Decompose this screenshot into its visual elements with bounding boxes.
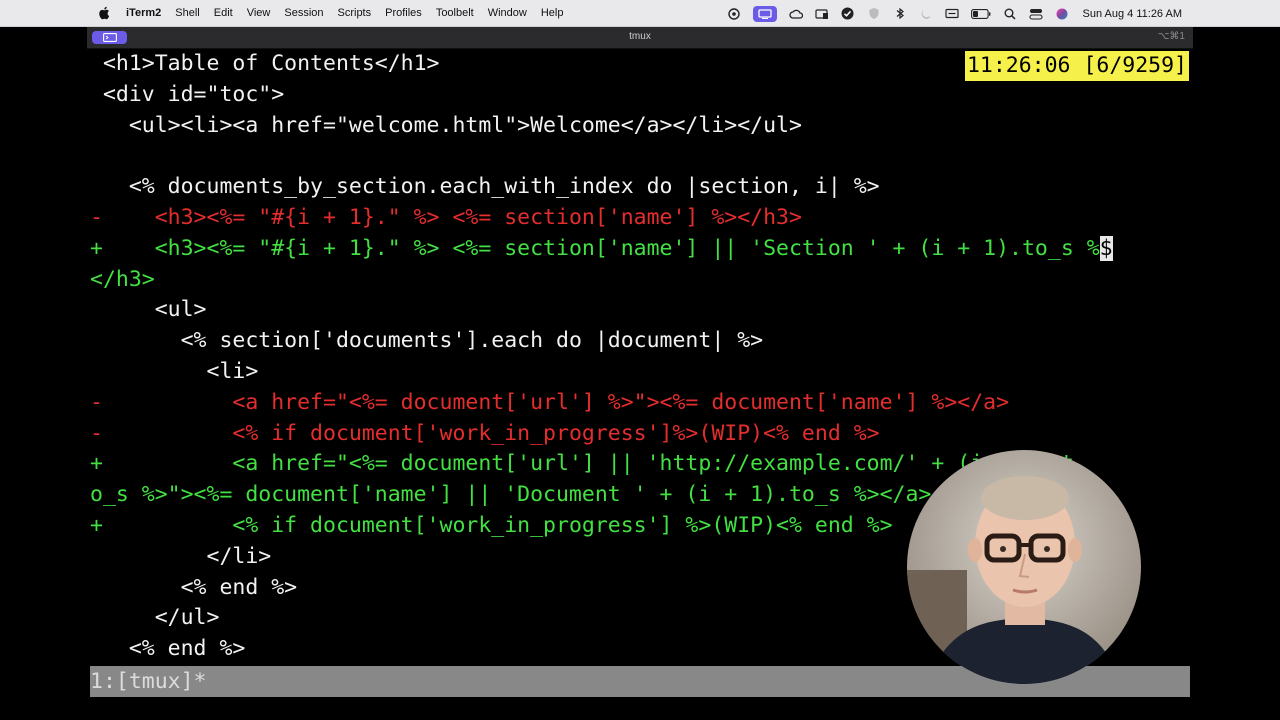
webcam-overlay	[907, 450, 1141, 684]
diff-marker	[90, 544, 103, 569]
menu-shell[interactable]: Shell	[175, 7, 199, 19]
code-text: <li>	[102, 358, 259, 384]
keyboard-icon[interactable]	[944, 8, 959, 20]
diff-marker	[90, 297, 103, 322]
menu-toolbelt[interactable]: Toolbelt	[436, 7, 474, 19]
menu-view[interactable]: View	[247, 7, 271, 19]
diff-marker	[90, 82, 103, 107]
diff-marker	[90, 51, 103, 76]
battery-icon[interactable]	[970, 8, 991, 20]
diff-marker	[90, 575, 103, 600]
diff-marker: -	[90, 204, 103, 230]
status-icons: Sun Aug 4 11:26 AM	[727, 0, 1280, 27]
search-icon[interactable]	[1003, 8, 1017, 20]
menu-help[interactable]: Help	[541, 7, 564, 19]
terminal-line: <div id="toc">	[90, 80, 1190, 111]
code-text: </li>	[102, 543, 272, 569]
code-text: <% end %>	[102, 636, 246, 662]
diff-marker: +	[90, 235, 103, 261]
terminal-line: <li>	[90, 357, 1190, 388]
code-text: <a href="<%= document['url'] %>"><%= doc…	[102, 389, 1010, 415]
code-text: <div id="toc">	[102, 81, 285, 107]
bluetooth-icon[interactable]	[893, 7, 907, 20]
shield-icon[interactable]	[867, 8, 881, 20]
code-text: <ul>	[102, 297, 207, 323]
menu-bar: iTerm2 Shell Edit View Session Scripts P…	[0, 0, 1280, 27]
code-text: <% documents_by_section.each_with_index …	[102, 174, 880, 200]
terminal-line	[90, 141, 1190, 172]
siri-icon[interactable]	[1055, 8, 1069, 20]
code-text: <h1>Table of Contents</h1>	[102, 51, 440, 76]
window-shortcut: ⌥⌘1	[1157, 31, 1185, 42]
stage-manager-icon[interactable]	[752, 5, 777, 22]
terminal-line: + <h3><%= "#{i + 1}." %> <%= section['na…	[90, 234, 1190, 265]
code-text: <a href="<%= document['url'] || 'http://…	[102, 451, 1074, 477]
diff-marker: +	[90, 512, 103, 538]
code-text: <% if document['work_in_progress']%>(WIP…	[102, 420, 880, 446]
diff-marker	[90, 359, 103, 384]
code-text: <% if document['work_in_progress'] %>(WI…	[102, 512, 893, 538]
diff-marker: +	[90, 451, 103, 477]
menu-profiles[interactable]: Profiles	[385, 7, 422, 19]
code-text: </ul>	[102, 605, 220, 631]
menu-edit[interactable]: Edit	[214, 7, 233, 19]
tmux-clock: 11:26:06 [6/9259]	[964, 51, 1189, 81]
code-text: <h3><%= "#{i + 1}." %> <%= section['name…	[102, 235, 1100, 261]
diff-marker: -	[90, 389, 103, 415]
switches-icon[interactable]	[1028, 8, 1043, 20]
apple-icon[interactable]	[98, 6, 112, 20]
check-icon[interactable]	[841, 7, 855, 20]
code-text: <h3><%= "#{i + 1}." %> <%= section['name…	[102, 204, 802, 230]
moon-icon[interactable]	[919, 8, 933, 20]
menu-scripts[interactable]: Scripts	[338, 7, 372, 19]
terminal-line: </h3>	[90, 265, 1190, 296]
terminal-line: - <% if document['work_in_progress']%>(W…	[90, 419, 1190, 450]
menu-window[interactable]: Window	[488, 7, 527, 19]
diff-marker	[90, 636, 103, 661]
diff-marker: -	[90, 420, 103, 446]
terminal-line: - <h3><%= "#{i + 1}." %> <%= section['na…	[90, 203, 1190, 234]
drive-icon[interactable]	[814, 8, 829, 20]
code-text: </h3>	[90, 266, 155, 292]
control-center-icon[interactable]	[727, 7, 741, 20]
terminal-line: <% documents_by_section.each_with_index …	[90, 172, 1190, 203]
diff-marker	[90, 328, 103, 353]
code-text: <% end %>	[102, 574, 298, 600]
terminal-line: <ul>	[90, 295, 1190, 326]
menubar-datetime[interactable]: Sun Aug 4 11:26 AM	[1083, 8, 1182, 20]
window-titlebar[interactable]: tmux ⌥⌘1	[87, 27, 1193, 49]
presenter-avatar	[907, 450, 1141, 684]
terminal-line: <% section['documents'].each do |documen…	[90, 326, 1190, 357]
menu-session[interactable]: Session	[284, 7, 323, 19]
diff-marker	[90, 113, 103, 138]
diff-marker	[90, 174, 103, 199]
code-text: <ul><li><a href="welcome.html">Welcome</…	[102, 112, 802, 138]
terminal-line: - <a href="<%= document['url'] %>"><%= d…	[90, 388, 1190, 419]
terminal-line: <ul><li><a href="welcome.html">Welcome</…	[90, 111, 1190, 142]
diff-marker	[90, 143, 103, 168]
menu-iterm2[interactable]: iTerm2	[126, 7, 161, 19]
diff-marker	[90, 605, 103, 630]
code-text: <% section['documents'].each do |documen…	[102, 328, 764, 354]
terminal-cursor: $	[1099, 235, 1113, 261]
code-text: o_s %>"><%= document['name'] || 'Documen…	[90, 482, 932, 508]
window-title: tmux	[629, 31, 651, 42]
creative-cloud-icon[interactable]	[788, 8, 803, 20]
